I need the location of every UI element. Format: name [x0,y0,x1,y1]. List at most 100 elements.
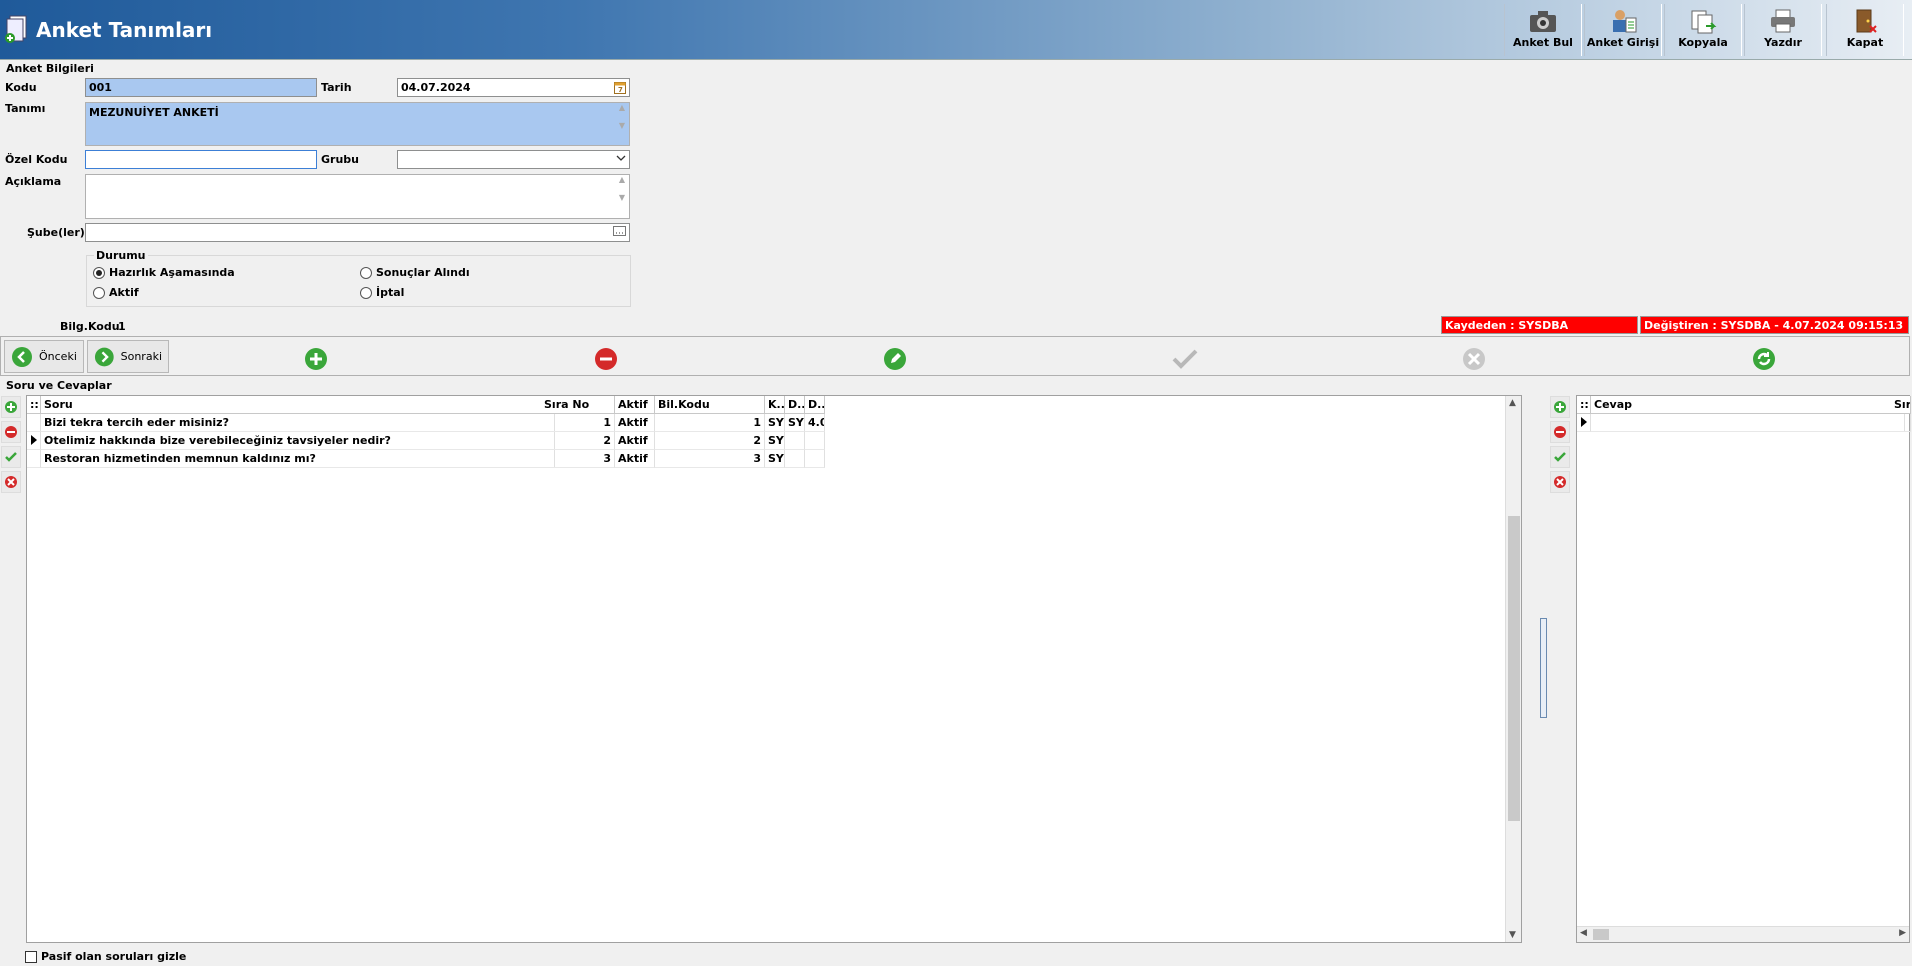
answers-grid[interactable]: :: Cevap Sır ◀ ▶ [1576,395,1911,943]
grid-header-aktif[interactable]: Aktif [615,396,655,414]
answer-confirm-button[interactable] [1550,446,1570,468]
cell-aktif[interactable]: Aktif [615,450,655,468]
scroll-left-icon[interactable]: ◀ [1580,928,1587,938]
delete-icon [5,426,17,438]
yazdir-label: Yazdır [1764,36,1802,49]
cell-aktif[interactable]: Aktif [615,432,655,450]
svg-text:7: 7 [618,86,623,94]
cell-d2[interactable]: 4.0 [805,414,825,432]
radio-sonuclar[interactable]: Sonuçlar Alındı [360,266,470,279]
tanimi-scrollbar[interactable]: ▲ ▼ [615,103,629,145]
answer-delete-button[interactable] [1550,421,1570,443]
tarih-value: 04.07.2024 [401,81,471,94]
sonraki-button[interactable]: Sonraki [87,340,169,373]
radio-iptal[interactable]: İptal [360,286,404,299]
question-cancel-button[interactable] [1,471,21,493]
anket-bul-button[interactable]: Anket Bul [1504,4,1582,56]
answers-horizontal-scrollbar[interactable]: ◀ ▶ [1577,926,1909,942]
delete-icon[interactable] [594,347,618,374]
hide-passive-checkbox[interactable]: Pasif olan soruları gizle [25,950,186,963]
question-add-button[interactable] [1,396,21,418]
anket-girisi-label: Anket Girişi [1586,36,1660,49]
kapat-button[interactable]: Kapat [1826,4,1904,56]
tarih-input[interactable]: 04.07.2024 7 [397,78,630,97]
cell-soru[interactable]: Bizi tekra tercih eder misiniz? [41,414,555,432]
panel-splitter[interactable] [1540,618,1547,718]
cell-sira-no[interactable]: 1 [541,414,615,432]
refresh-icon[interactable] [1752,347,1776,374]
cell-bil-kodu[interactable]: 1 [655,414,765,432]
confirm-icon[interactable] [1171,347,1199,374]
cell-k[interactable]: SYS [765,414,785,432]
cell-d1[interactable] [785,450,805,468]
degistiren-badge: Değiştiren : SYSDBA - 4.07.2024 09:15:13 [1640,316,1909,334]
questions-grid[interactable]: :: Soru Sıra No Aktif Bil.Kodu K... D...… [26,395,1522,943]
radio-hazirlik[interactable]: Hazırlık Aşamasında [93,266,235,279]
cell-bil-kodu[interactable]: 3 [655,450,765,468]
kopyala-button[interactable]: Kopyala [1664,4,1742,56]
answer-cancel-button[interactable] [1550,471,1570,493]
grubu-select[interactable] [397,150,630,169]
cancel-icon[interactable] [1462,347,1486,374]
answer-add-button[interactable] [1550,396,1570,418]
tanimi-textarea[interactable]: MEZUNUİYET ANKETİ ▲ ▼ [85,102,630,146]
sube-label: Şube(ler) [27,226,85,239]
add-icon [5,401,17,413]
answers-header-drag: :: [1577,396,1591,414]
questions-vertical-scrollbar[interactable]: ▲ ▼ [1505,396,1521,942]
cell-sira[interactable] [1891,414,1911,432]
grid-header-bil-kodu[interactable]: Bil.Kodu [655,396,765,414]
cell-aktif[interactable]: Aktif [615,414,655,432]
cell-d2[interactable] [805,432,825,450]
survey-app-icon [4,14,30,44]
add-icon [1554,401,1566,413]
scroll-thumb[interactable] [1508,516,1520,821]
answer-tools [1550,396,1572,496]
window-title: Anket Tanımları [36,18,213,42]
cell-d1[interactable] [785,432,805,450]
radio-hazirlik-label: Hazırlık Aşamasında [109,266,235,279]
add-icon[interactable] [304,347,328,374]
sube-input[interactable] [85,223,630,242]
kodu-input[interactable]: 001 [85,78,317,97]
ozel-kodu-input[interactable] [85,150,317,169]
calendar-icon[interactable]: 7 [614,81,626,97]
cell-k[interactable]: SYS [765,450,785,468]
cell-soru[interactable]: Restoran hizmetinden memnun kaldınız mı? [41,450,555,468]
answers-header-cevap[interactable]: Cevap [1591,396,1905,414]
cell-soru[interactable]: Otelimiz hakkında bize verebileceğiniz t… [41,432,555,450]
answers-header-sira[interactable]: Sır [1891,396,1911,414]
title-bar: Anket Tanımları Anket Bul Anket Girişi K… [0,0,1912,60]
cell-bil-kodu[interactable]: 2 [655,432,765,450]
aciklama-scrollbar[interactable]: ▲ ▼ [615,175,629,218]
grid-header-sira-no[interactable]: Sıra No [541,396,615,414]
grid-header-d1[interactable]: D... [785,396,805,414]
cell-cevap[interactable] [1591,414,1905,432]
question-confirm-button[interactable] [1,446,21,468]
scroll-down-icon[interactable]: ▼ [1509,930,1516,940]
grid-header-d2[interactable]: D... [805,396,825,414]
chevron-down-icon[interactable] [616,152,626,167]
question-delete-button[interactable] [1,421,21,443]
tarih-label: Tarih [321,81,352,94]
cell-k[interactable]: SYS [765,432,785,450]
copy-icon [1691,10,1717,34]
ellipsis-icon[interactable] [613,225,626,240]
cell-sira-no[interactable]: 2 [541,432,615,450]
edit-icon[interactable] [883,347,907,374]
aciklama-textarea[interactable]: ▲ ▼ [85,174,630,219]
grid-header-k[interactable]: K... [765,396,785,414]
ozel-kodu-label: Özel Kodu [5,153,68,166]
anket-girisi-button[interactable]: Anket Girişi [1584,4,1662,56]
scroll-right-icon[interactable]: ▶ [1899,928,1906,938]
arrow-left-icon [12,346,32,367]
cell-d1[interactable]: SYS [785,414,805,432]
onceki-button[interactable]: Önceki [4,340,84,373]
radio-aktif[interactable]: Aktif [93,286,139,299]
cell-sira-no[interactable]: 3 [541,450,615,468]
grid-header-soru[interactable]: Soru [41,396,555,414]
hscroll-thumb[interactable] [1593,929,1609,940]
scroll-up-icon[interactable]: ▲ [1509,398,1516,408]
cell-d2[interactable] [805,450,825,468]
yazdir-button[interactable]: Yazdır [1744,4,1822,56]
